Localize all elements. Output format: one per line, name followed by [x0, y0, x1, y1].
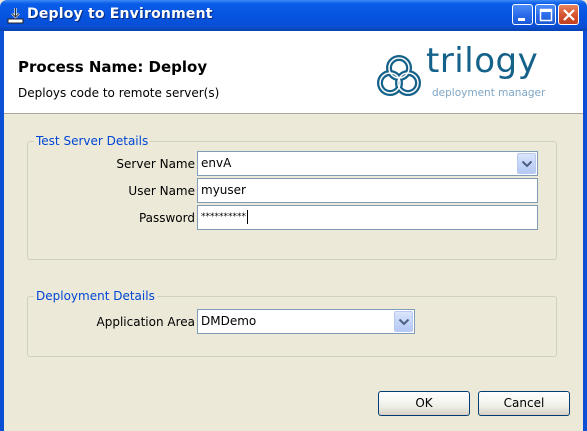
maximize-icon [539, 8, 553, 22]
server-name-label: Server Name [116, 157, 195, 171]
password-input[interactable]: ********** [197, 205, 538, 230]
logo-tagline: deployment manager [432, 87, 546, 99]
application-area-value: DMDemo [201, 314, 257, 328]
logo-word: trilogy [426, 41, 539, 81]
trilogy-knot-icon [377, 55, 421, 96]
close-icon [563, 9, 575, 21]
user-name-value: myuser [201, 183, 246, 197]
window-title: Deploy to Environment [27, 6, 213, 22]
deploy-icon [7, 8, 24, 24]
test-server-legend: Test Server Details [34, 134, 151, 148]
maximize-button[interactable] [535, 4, 556, 25]
close-button[interactable] [558, 4, 579, 25]
ok-button[interactable]: OK [378, 391, 470, 416]
server-name-select[interactable]: envA [197, 151, 538, 176]
text-caret [247, 210, 248, 224]
server-name-value: envA [201, 156, 232, 170]
deployment-legend: Deployment Details [34, 289, 157, 303]
application-area-label: Application Area [96, 315, 195, 329]
server-name-dropdown-button[interactable] [517, 153, 536, 174]
chevron-down-icon [398, 318, 410, 326]
title-bar[interactable]: Deploy to Environment [0, 0, 587, 31]
cancel-button[interactable]: Cancel [478, 391, 570, 416]
process-description: Deploys code to remote server(s) [18, 86, 220, 100]
user-name-input[interactable]: myuser [197, 178, 538, 203]
minimize-icon [518, 18, 525, 21]
application-area-dropdown-button[interactable] [394, 311, 413, 332]
trilogy-logo: trilogy deployment manager [376, 41, 586, 109]
password-value: ********** [201, 212, 246, 222]
process-name: Process Name: Deploy [18, 58, 208, 76]
application-area-select[interactable]: DMDemo [197, 309, 415, 334]
password-label: Password [138, 211, 195, 225]
user-name-label: User Name [128, 184, 195, 198]
minimize-button[interactable] [512, 4, 533, 25]
header-panel: Process Name: Deploy Deploys code to rem… [4, 31, 583, 114]
chevron-down-icon [521, 160, 533, 168]
